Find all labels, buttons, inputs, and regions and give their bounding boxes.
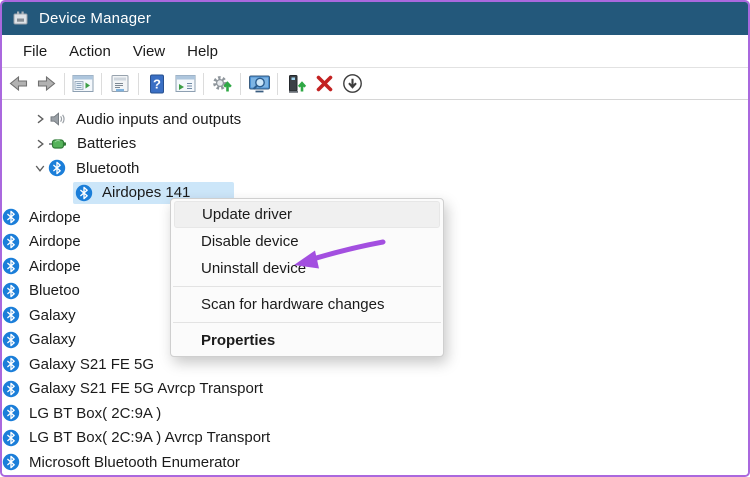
tree-item-label: Audio inputs and outputs <box>76 110 242 128</box>
toolbar-separator <box>240 72 241 95</box>
bluetooth-icon <box>2 355 20 373</box>
context-menu: Update driver Disable device Uninstall dev… <box>170 198 444 357</box>
device-manager-icon <box>12 10 30 27</box>
window-properties-icon <box>110 74 130 93</box>
menu-view[interactable]: View <box>122 35 176 67</box>
bluetooth-icon <box>75 184 93 202</box>
bluetooth-icon <box>2 404 20 422</box>
disable-device-button[interactable] <box>339 71 365 97</box>
tree-item-label: LG BT Box( 2C:9A ) <box>29 404 162 422</box>
toolbar-separator <box>203 72 204 95</box>
menu-separator <box>173 322 441 323</box>
bluetooth-icon <box>2 257 20 275</box>
svg-text:?: ? <box>153 76 161 91</box>
menu-help[interactable]: Help <box>176 35 229 67</box>
context-menu-item-disable-device[interactable]: Disable device <box>174 228 440 255</box>
tree-row[interactable]: LG BT Box( 2C:9A ) Avrcp Transport <box>2 426 748 451</box>
context-menu-item-uninstall-device[interactable]: Uninstall device <box>174 255 440 282</box>
toolbar-separator <box>277 72 278 95</box>
bluetooth-icon <box>2 208 20 226</box>
context-menu-item-update-driver[interactable]: Update driver <box>174 201 440 228</box>
bluetooth-icon <box>2 306 20 324</box>
menu-separator <box>173 286 441 287</box>
context-menu-item-properties[interactable]: Properties <box>174 327 440 354</box>
tree-item-label: Galaxy S21 FE 5G <box>29 355 155 373</box>
tree-row[interactable]: LG BT Box( 2C:9A ) <box>2 401 748 426</box>
show-console-tree-button[interactable] <box>70 71 96 97</box>
context-menu-item-scan-for-hardware-changes[interactable]: Scan for hardware changes <box>174 291 440 318</box>
tree-row[interactable]: Galaxy S21 FE 5G Avrcp Transport <box>2 377 748 402</box>
properties-dialog-button[interactable] <box>107 71 133 97</box>
gear-update-icon <box>211 74 233 94</box>
tree-item-label: Airdope <box>29 208 81 226</box>
bluetooth-icon <box>2 429 20 447</box>
chevron-right-icon[interactable] <box>32 111 48 127</box>
tree-item-label: Airdope <box>29 257 81 275</box>
chevron-right-icon[interactable] <box>32 136 48 152</box>
speaker-icon <box>48 110 66 128</box>
bluetooth-icon <box>2 380 20 398</box>
scan-for-hardware-changes-button[interactable] <box>246 71 272 97</box>
bluetooth-icon <box>2 453 20 471</box>
toolbar-separator <box>138 72 139 95</box>
action-pane-button[interactable] <box>172 71 198 97</box>
help-icon: ? <box>149 74 165 94</box>
menu-bar: File Action View Help <box>2 35 748 68</box>
tree-item-label: Galaxy S21 FE 5G Avrcp Transport <box>29 380 263 398</box>
update-driver-software-button[interactable] <box>209 71 235 97</box>
title-bar: Device Manager <box>2 2 748 35</box>
bluetooth-icon <box>2 331 20 349</box>
tree-row[interactable]: Batteries <box>2 132 748 157</box>
toolbar-separator <box>101 72 102 95</box>
tree-item-label: Bluetoo <box>29 282 80 300</box>
circle-down-icon <box>342 73 363 94</box>
window-tree-icon <box>72 74 94 93</box>
window-title: Device Manager <box>39 10 152 27</box>
battery-icon <box>48 135 67 153</box>
back-button[interactable] <box>5 71 31 97</box>
tree-item-label: Batteries <box>77 135 137 153</box>
tree-item-label: Airdope <box>29 233 81 251</box>
menu-file[interactable]: File <box>12 35 58 67</box>
menu-action[interactable]: Action <box>58 35 122 67</box>
tree-row[interactable]: Microsoft Bluetooth Enumerator <box>2 450 748 475</box>
arrow-left-icon <box>9 75 28 92</box>
uninstall-device-button[interactable] <box>311 71 337 97</box>
device-update-icon <box>286 74 307 94</box>
red-x-icon <box>315 74 334 93</box>
bluetooth-icon <box>48 159 66 177</box>
update-driver-button[interactable] <box>283 71 309 97</box>
forward-button[interactable] <box>33 71 59 97</box>
help-button[interactable]: ? <box>144 71 170 97</box>
arrow-right-icon <box>37 75 56 92</box>
tree-row[interactable]: Audio inputs and outputs <box>2 107 748 132</box>
chevron-down-icon[interactable] <box>32 160 48 176</box>
toolbar: ? <box>2 68 748 100</box>
tree-row[interactable]: Bluetooth <box>2 156 748 181</box>
tree-item-label: Microsoft Bluetooth Enumerator <box>29 453 240 471</box>
tree-item-label: Bluetooth <box>76 159 140 177</box>
monitor-search-icon <box>248 74 271 94</box>
tree-item-label: LG BT Box( 2C:9A ) Avrcp Transport <box>29 429 271 447</box>
device-manager-window: Device Manager File Action View Help ? Audi… <box>0 0 750 477</box>
toolbar-separator <box>64 72 65 95</box>
tree-item-label: Galaxy <box>29 331 76 349</box>
bluetooth-icon <box>2 282 20 300</box>
bluetooth-icon <box>2 233 20 251</box>
tree-item-label: Galaxy <box>29 306 76 324</box>
window-action-icon <box>175 74 196 93</box>
